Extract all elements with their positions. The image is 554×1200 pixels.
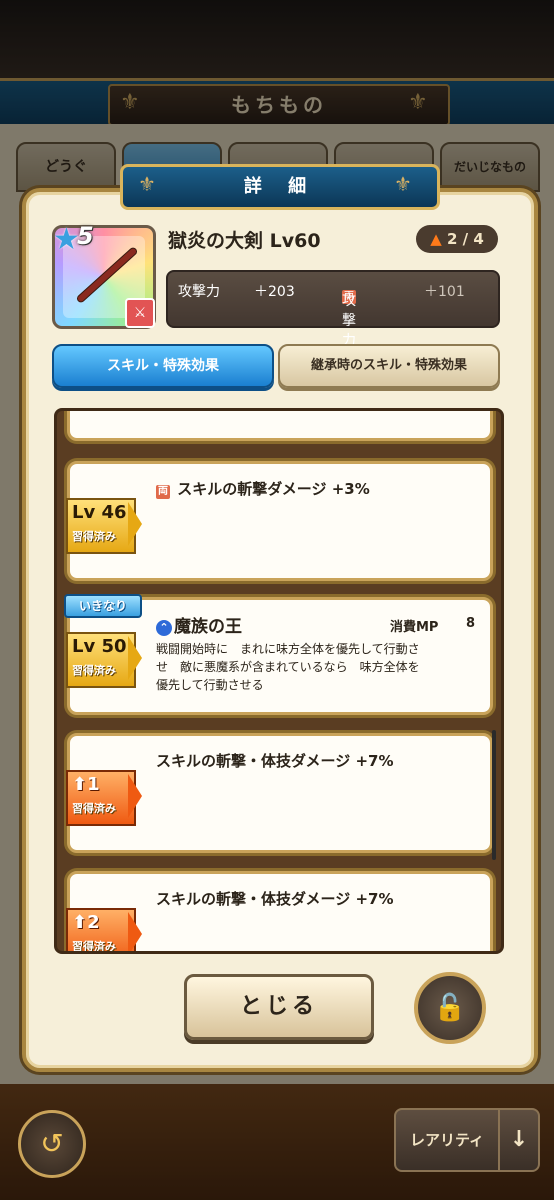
upgrade-badge: ▲ 2 / 4 [416, 225, 498, 253]
list-item: スキルの斬撃・体技ダメージ +7% ⬆1 習得済み [66, 733, 493, 853]
upgrade-level: ⬆2 [72, 912, 100, 933]
attack-value: ＋203 [254, 284, 295, 300]
skill-type-icon: ⌃ [156, 620, 172, 636]
skill-text: スキルの斬撃・体技ダメージ +7% [156, 752, 394, 770]
mp-label: 消費MP [390, 620, 439, 635]
up-arrow-icon: ▲ [430, 230, 442, 248]
ornament-icon: ⚜ [138, 172, 156, 196]
learned-label: 習得済み [72, 940, 116, 953]
description-line: 戦闘開始時に まれに味方全体を優先して行動さ [156, 642, 420, 656]
level-tag: Lv 46 習得済み [66, 498, 144, 554]
level-tag-point [128, 774, 142, 818]
tab-inherited-skills[interactable]: 継承時のスキル・特殊効果 [278, 344, 500, 388]
skill-description: 戦闘開始時に まれに味方全体を優先して行動さ せ 敵に悪魔系が含まれているなら … [156, 640, 420, 694]
learned-label: 習得済み [72, 802, 116, 815]
level-tag: ⬆2 習得済み [66, 908, 144, 953]
mp-value: 8 [466, 616, 476, 631]
lock-button[interactable]: 🔓 [414, 972, 486, 1044]
level-tag-point [128, 502, 142, 546]
skill-name: ⌃ 魔族の王 [156, 612, 242, 637]
stat-box: 攻撃力 ＋203 両攻撃力 ＋101 [166, 270, 500, 349]
level-tag-point [128, 912, 142, 951]
back-button[interactable]: ↺ [18, 1110, 86, 1178]
skill-effect-text: スキルの斬撃ダメージ +3% [177, 480, 370, 498]
level-tag: Lv 50 習得済み [66, 632, 144, 688]
level-value: Lv 50 [72, 636, 127, 657]
item-name: 獄炎の大剣 Lv60 [168, 230, 321, 252]
learned-label: 習得済み [72, 664, 116, 677]
level-value: Lv 46 [72, 502, 127, 523]
ornament-icon: ⚜ [394, 172, 412, 196]
both-attack-value: ＋101 [424, 284, 465, 300]
upgrade-count: 2 / 4 [446, 230, 484, 248]
weapon-type-icon: ⚔ [125, 298, 155, 328]
both-hands-icon: 両 [156, 485, 170, 499]
rarity-number: 5 [77, 222, 94, 250]
upgrade-level: ⬆1 [72, 774, 100, 795]
level-tag-point [128, 636, 142, 680]
scrollbar[interactable] [492, 730, 496, 860]
dialog-title: 詳 細 [120, 164, 440, 210]
both-attack-label: 攻撃力 [342, 293, 356, 349]
level-tag: ⬆1 習得済み [66, 770, 144, 826]
sudden-tag: いきなり [64, 594, 142, 618]
skill-list[interactable]: 両 スキルの斬撃ダメージ +3% Lv 46 習得済み いきなり ⌃ 魔族の王 消… [54, 408, 504, 954]
sort-order-button[interactable]: ↓ [498, 1108, 540, 1172]
back-arrow-icon: ↺ [40, 1127, 64, 1160]
skill-text: スキルの斬撃・体技ダメージ +7% [156, 890, 394, 908]
star-icon: ★ [53, 222, 80, 257]
rarity-sort-button[interactable]: レアリティ [394, 1108, 500, 1172]
list-item [67, 411, 493, 441]
list-item: 両 スキルの斬撃ダメージ +3% Lv 46 習得済み [66, 461, 493, 581]
learned-label: 習得済み [72, 530, 116, 543]
tab-skills-effects[interactable]: スキル・特殊効果 [52, 344, 274, 388]
upgrade-level-number: 1 [87, 774, 100, 795]
description-line: せ 敵に悪魔系が含まれているなら 味方全体を [156, 660, 420, 674]
skill-text: 両 スキルの斬撃ダメージ +3% [156, 478, 370, 499]
skill-name-text: 魔族の王 [174, 617, 242, 637]
description-line: 優先して行動させる [156, 678, 264, 692]
close-button[interactable]: とじる [184, 974, 374, 1040]
upgrade-level-number: 2 [87, 912, 100, 933]
list-item: スキルの斬撃・体技ダメージ +7% ⬆2 習得済み [66, 871, 493, 953]
attack-label: 攻撃力 [178, 284, 220, 300]
unlock-icon: 🔓 [433, 993, 467, 1023]
list-item: いきなり ⌃ 魔族の王 消費MP 8 戦闘開始時に まれに味方全体を優先して行動さ… [64, 594, 493, 715]
item-icon: ★ 5 ⚔ [52, 222, 156, 329]
